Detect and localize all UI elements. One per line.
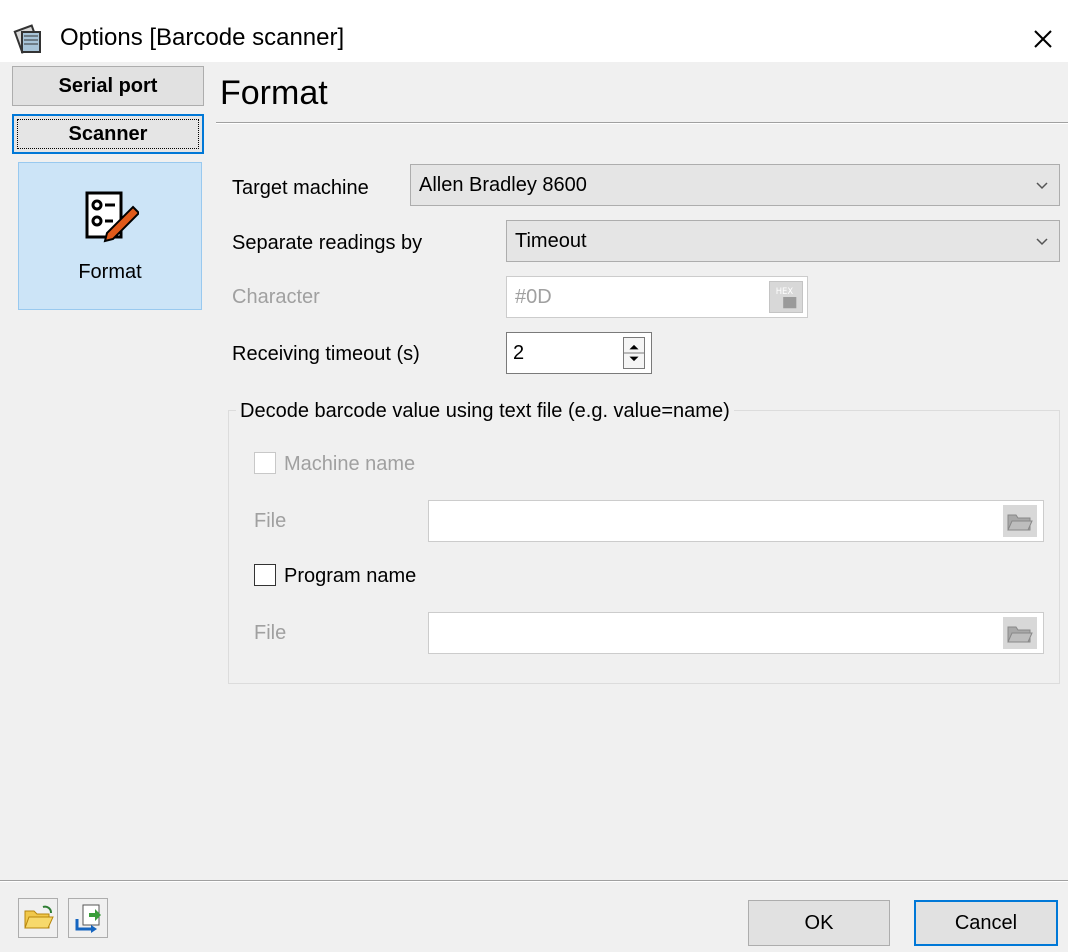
program-file-field[interactable]: [428, 612, 1044, 654]
separate-readings-value: Timeout: [515, 230, 587, 252]
spinner-arrows-icon[interactable]: [623, 337, 645, 369]
close-icon[interactable]: [1020, 16, 1066, 62]
character-label: Character: [232, 286, 320, 308]
footer-divider: [0, 880, 1068, 882]
program-name-checkbox[interactable]: [254, 564, 276, 586]
target-machine-combo[interactable]: Allen Bradley 8600: [410, 164, 1060, 206]
page-title: Format: [220, 74, 328, 112]
target-machine-label: Target machine: [232, 177, 369, 199]
machine-name-checkbox[interactable]: [254, 452, 276, 474]
target-machine-value: Allen Bradley 8600: [419, 174, 587, 196]
machine-name-label: Machine name: [284, 453, 416, 475]
program-name-label: Program name: [284, 565, 417, 587]
folder-browse-icon[interactable]: [1003, 505, 1037, 537]
import-button[interactable]: [68, 898, 108, 938]
open-button[interactable]: [18, 898, 58, 938]
decode-group-label: Decode barcode value using text file (e.…: [236, 400, 734, 423]
hex-icon[interactable]: HEX: [769, 281, 803, 313]
machine-file-label: File: [254, 510, 287, 532]
scanner-book-icon: [13, 24, 41, 54]
import-icon: [75, 904, 101, 933]
page-item-format[interactable]: Format: [18, 162, 202, 310]
receiving-timeout-spinner[interactable]: 2: [506, 332, 652, 374]
character-field[interactable]: #0D HEX: [506, 276, 808, 318]
separate-readings-combo[interactable]: Timeout: [506, 220, 1060, 262]
receiving-timeout-value: 2: [513, 342, 525, 364]
separate-readings-label: Separate readings by: [232, 232, 423, 254]
window-title: Options [Barcode scanner]: [60, 24, 345, 51]
ok-button[interactable]: OK: [748, 900, 890, 946]
open-folder-icon: [24, 905, 54, 929]
cancel-button[interactable]: Cancel: [914, 900, 1058, 946]
svg-text:HEX: HEX: [776, 286, 794, 296]
chevron-down-icon: [1036, 182, 1048, 190]
category-label: Serial port: [58, 75, 158, 97]
receiving-timeout-label: Receiving timeout (s): [232, 343, 420, 365]
category-scanner[interactable]: Scanner: [12, 114, 204, 154]
machine-file-field[interactable]: [428, 500, 1044, 542]
page-item-label: Format: [78, 261, 142, 283]
character-value: #0D: [515, 286, 552, 308]
checklist-pencil-icon: [85, 191, 139, 243]
chevron-down-icon: [1036, 238, 1048, 246]
focus-rect: [17, 119, 199, 149]
program-file-label: File: [254, 622, 287, 644]
category-serial-port[interactable]: Serial port: [12, 66, 204, 106]
header-divider: [216, 122, 1068, 124]
folder-browse-icon[interactable]: [1003, 617, 1037, 649]
